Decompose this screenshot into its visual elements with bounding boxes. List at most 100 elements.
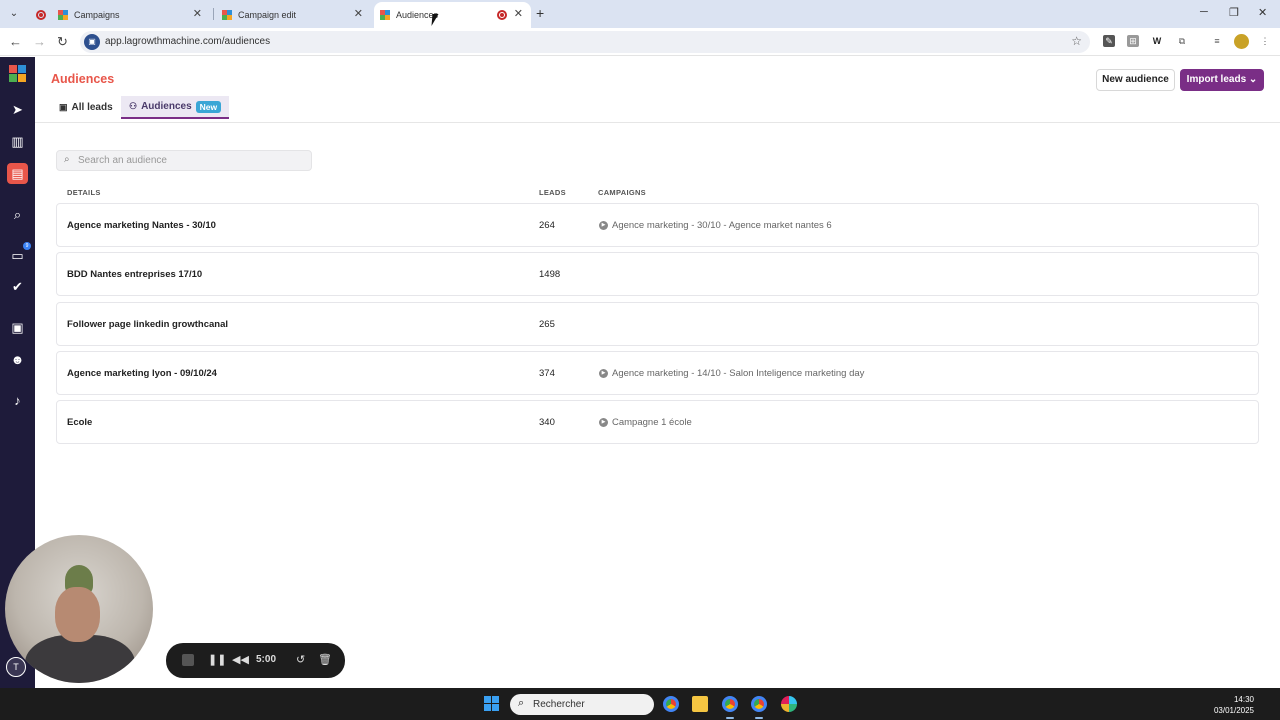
search-icon[interactable]: ⌕ (7, 204, 28, 225)
new-tab-plus-icon[interactable]: + (536, 5, 544, 21)
robot-icon[interactable]: ▣ (7, 317, 28, 338)
contacts-icon: ▣ (59, 102, 68, 112)
media-control-icon[interactable]: ≡ (1211, 35, 1223, 47)
team-icon[interactable]: ☻ (7, 349, 28, 370)
leads-count: 264 (539, 220, 555, 231)
tab-campaign-edit[interactable]: Campaign edit ✕ (216, 2, 371, 28)
browser-tab-bar: ⌄ Campaigns ✕ Campaign edit ✕ Audiences … (0, 0, 1280, 28)
site-info-icon[interactable]: ▣ (84, 34, 100, 50)
chrome-icon[interactable] (663, 696, 679, 712)
leads-count: 265 (539, 319, 555, 330)
tab-label: Campaign edit (238, 10, 297, 20)
wikipedia-extension-icon[interactable]: W (1151, 35, 1163, 47)
address-bar[interactable]: ▣ app.lagrowthmachine.com/audiences ☆ (80, 31, 1090, 53)
pause-icon[interactable]: ❚❚ (208, 653, 226, 666)
bookmark-star-icon[interactable]: ☆ (1071, 34, 1082, 48)
stop-recording-button[interactable] (182, 654, 194, 666)
audience-name[interactable]: Follower page linkedin growthcanal (67, 319, 228, 330)
audience-name[interactable]: BDD Nantes entreprises 17/10 (67, 269, 202, 280)
inbox-badge: 9 (23, 242, 31, 250)
leads-count: 1498 (539, 269, 561, 280)
url-text[interactable]: app.lagrowthmachine.com/audiences (105, 36, 270, 47)
taskbar-search-label: Rechercher (533, 699, 585, 710)
contacts-icon[interactable]: ▤ (7, 163, 28, 184)
search-icon: ⌕ (64, 154, 70, 165)
trash-icon[interactable]: 🗑 (318, 653, 332, 666)
rewind-icon[interactable]: ◀◀ (232, 653, 249, 666)
campaign-icon: ▶ (599, 369, 608, 378)
table-row[interactable]: Agence marketing lyon - 09/10/24 374 ▶ Ag… (56, 351, 1259, 395)
lgm-logo-icon[interactable] (7, 63, 28, 84)
search-input[interactable] (78, 153, 303, 168)
tab-separator (213, 8, 214, 20)
recording-indicator-icon (36, 10, 46, 20)
slack-icon[interactable] (781, 696, 797, 712)
maximize-icon[interactable]: ❐ (1229, 6, 1239, 19)
taskbar-search[interactable]: ⌕ Rechercher (510, 694, 654, 715)
active-app-indicator (755, 717, 763, 719)
audience-name[interactable]: Agence marketing lyon - 09/10/24 (67, 368, 217, 379)
tab-campaigns[interactable]: Campaigns ✕ (30, 2, 210, 28)
main-content: Audiences New audience Import leads ⌄ ▣ … (35, 57, 1280, 688)
system-clock[interactable]: 14:30 03/01/2025 (1214, 694, 1254, 716)
campaign-name: Campagne 1 école (612, 417, 692, 428)
table-row[interactable]: Ecole 340 ▶ Campagne 1 école (56, 400, 1259, 444)
chrome-icon[interactable] (722, 696, 738, 712)
browser-menu-icon[interactable]: ⋮ (1259, 35, 1271, 47)
chart-icon[interactable]: ▥ (7, 131, 28, 152)
active-app-indicator (726, 717, 734, 719)
close-window-icon[interactable]: ✕ (1258, 6, 1267, 19)
table-row[interactable]: Agence marketing Nantes - 30/10 264 ▶ Age… (56, 203, 1259, 247)
close-tab-icon[interactable]: ✕ (514, 7, 523, 20)
back-arrow-icon[interactable]: ← (9, 34, 22, 49)
os-taskbar: ⌕ Rechercher 14:30 03/01/2025 (0, 688, 1280, 720)
audience-name[interactable]: Ecole (67, 417, 92, 428)
campaign-link[interactable]: ▶ Agence marketing - 14/10 - Salon Inteli… (599, 368, 864, 379)
leads-count: 340 (539, 417, 555, 428)
extensions-puzzle-icon[interactable]: ⧉ (1176, 35, 1188, 47)
bell-icon[interactable]: ♪ (7, 390, 28, 411)
campaign-link[interactable]: ▶ Agence marketing - 30/10 - Agence marke… (599, 220, 832, 231)
table-row[interactable]: BDD Nantes entreprises 17/10 1498 (56, 252, 1259, 296)
search-box: ⌕ (56, 150, 312, 171)
windows-start-icon[interactable] (484, 696, 499, 711)
minimize-icon[interactable]: ─ (1200, 6, 1208, 18)
import-leads-label: Import leads (1186, 74, 1247, 85)
close-tab-icon[interactable]: ✕ (354, 7, 363, 20)
send-icon[interactable]: ➤ (7, 99, 28, 120)
tab-label: Audiences (141, 101, 192, 112)
screen-recorder-controls: ❚❚ ◀◀ 5:00 ↺ 🗑 (166, 643, 345, 678)
forward-arrow-icon[interactable]: → (33, 34, 46, 49)
team-icon: ⚇ (129, 101, 138, 111)
audience-name[interactable]: Agence marketing Nantes - 30/10 (67, 220, 216, 231)
close-tab-icon[interactable]: ✕ (193, 7, 202, 20)
clock-time: 14:30 (1233, 695, 1254, 704)
user-avatar[interactable]: T (6, 657, 26, 677)
tab-search-menu-icon[interactable]: ⌄ (6, 6, 22, 22)
profile-avatar[interactable] (1234, 34, 1249, 49)
person-head (55, 587, 100, 642)
inbox-icon[interactable]: ▭ 9 (7, 242, 31, 266)
table-row[interactable]: Follower page linkedin growthcanal 265 (56, 302, 1259, 346)
tab-audiences[interactable]: Audiences ✕ (374, 2, 531, 28)
campaign-name: Agence marketing - 14/10 - Salon Intelig… (612, 368, 865, 379)
campaign-link[interactable]: ▶ Campagne 1 école (599, 417, 692, 428)
campaign-name: Agence marketing - 30/10 - Agence market… (612, 220, 832, 231)
extension-icon[interactable]: ✎ (1103, 35, 1115, 47)
check-icon[interactable]: ✔ (7, 276, 28, 297)
tab-audiences[interactable]: ⚇ Audiences New (121, 96, 230, 119)
lgm-favicon-icon (380, 10, 390, 20)
file-explorer-icon[interactable] (692, 696, 708, 712)
clock-date: 03/01/2025 (1213, 706, 1254, 715)
tab-all-leads[interactable]: ▣ All leads (51, 96, 121, 119)
extension-icon[interactable]: ⊞ (1127, 35, 1139, 47)
recording-indicator-icon (497, 10, 507, 20)
restart-icon[interactable]: ↺ (296, 653, 305, 666)
import-leads-button[interactable]: Import leads ⌄ (1180, 69, 1264, 91)
campaign-icon: ▶ (599, 418, 608, 427)
recording-timer: 5:00 (256, 654, 277, 665)
new-audience-button[interactable]: New audience (1096, 69, 1175, 91)
lgm-favicon-icon (58, 10, 68, 20)
chrome-icon[interactable] (751, 696, 767, 712)
reload-icon[interactable]: ↻ (57, 34, 68, 50)
